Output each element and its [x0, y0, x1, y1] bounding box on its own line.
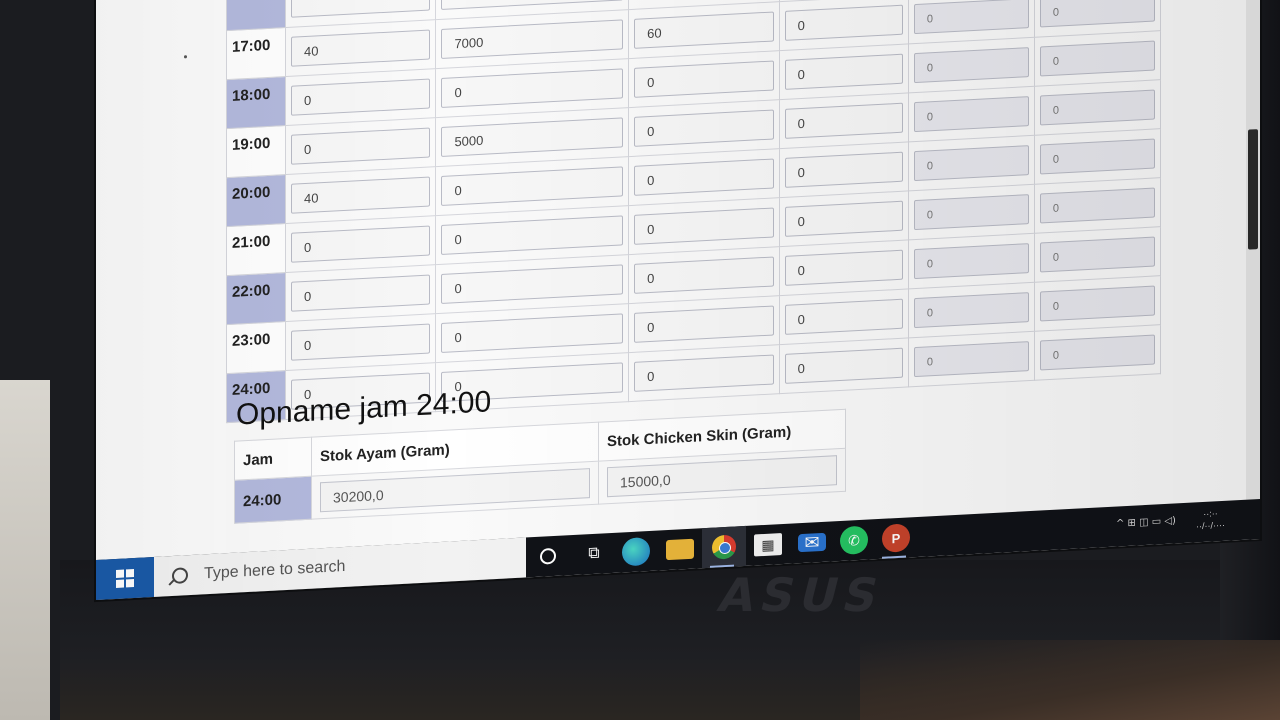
- quantity-input[interactable]: 0: [1039, 138, 1155, 175]
- page-margin: [96, 0, 226, 560]
- hour-label: 17:00: [226, 27, 286, 80]
- quantity-input[interactable]: 0: [784, 200, 903, 237]
- hour-label: 22:00: [226, 272, 286, 325]
- hourly-input-table: 0000017:004070006000018:0000000019:00050…: [226, 0, 1161, 423]
- quantity-input[interactable]: 0: [784, 151, 903, 188]
- search-icon: [172, 567, 188, 585]
- quantity-input[interactable]: 0: [634, 207, 774, 245]
- mail-icon[interactable]: ✉: [798, 532, 826, 552]
- quantity-input[interactable]: [291, 0, 431, 18]
- quantity-input[interactable]: 0: [291, 78, 431, 116]
- stok-ayam-input[interactable]: 30200,0: [320, 468, 590, 513]
- running-indicator: [882, 555, 906, 559]
- quantity-input[interactable]: 0: [441, 166, 624, 206]
- hour-label: 20:00: [226, 174, 286, 227]
- quantity-input[interactable]: 0: [913, 96, 1029, 133]
- quantity-input[interactable]: 0: [784, 4, 903, 41]
- quantity-input[interactable]: 0: [913, 194, 1029, 231]
- store-icon[interactable]: ▦: [754, 533, 782, 557]
- laptop-base: [860, 640, 1280, 720]
- hour-label: 18:00: [226, 76, 286, 129]
- quantity-input[interactable]: 0: [784, 347, 903, 384]
- quantity-input[interactable]: 5000: [441, 117, 624, 157]
- hour-label: [226, 0, 286, 31]
- quantity-input[interactable]: 0: [634, 305, 774, 343]
- quantity-input[interactable]: 0: [634, 60, 774, 98]
- cortana-icon[interactable]: [534, 542, 562, 571]
- quantity-input[interactable]: 7000: [441, 19, 624, 59]
- task-view-icon[interactable]: ⧉: [580, 539, 608, 568]
- quantity-input[interactable]: 0: [784, 53, 903, 90]
- quantity-input[interactable]: 0: [634, 109, 774, 147]
- quantity-input[interactable]: 60: [634, 11, 774, 49]
- quantity-input[interactable]: 0: [441, 313, 624, 353]
- quantity-input[interactable]: 0: [1039, 0, 1155, 28]
- windows-logo-icon: [116, 569, 134, 588]
- quantity-input[interactable]: 0: [291, 127, 431, 165]
- quantity-input[interactable]: 0: [784, 249, 903, 286]
- web-page: 0000017:004070006000018:0000000019:00050…: [96, 0, 1260, 561]
- quantity-input[interactable]: 0: [1039, 187, 1155, 224]
- file-explorer-icon[interactable]: [666, 538, 694, 561]
- quantity-input[interactable]: 0: [913, 243, 1029, 280]
- quantity-input[interactable]: 0: [441, 264, 624, 304]
- quantity-input[interactable]: 0: [913, 292, 1029, 329]
- hour-label: 19:00: [226, 125, 286, 178]
- quantity-input[interactable]: 0: [1039, 334, 1155, 371]
- quantity-input[interactable]: 0: [441, 0, 624, 10]
- edge-icon[interactable]: [622, 536, 650, 567]
- quantity-input[interactable]: 0: [634, 158, 774, 196]
- quantity-input[interactable]: 0: [634, 256, 774, 294]
- quantity-input[interactable]: 0: [291, 225, 431, 263]
- hour-label: 23:00: [226, 321, 286, 374]
- quantity-input[interactable]: 0: [1039, 40, 1155, 77]
- quantity-input[interactable]: 0: [913, 0, 1029, 35]
- page-scrollbar[interactable]: [1246, 0, 1260, 500]
- start-button[interactable]: [96, 556, 154, 600]
- quantity-input[interactable]: 40: [291, 176, 431, 214]
- screen: 0000017:004070006000018:0000000019:00050…: [96, 0, 1260, 601]
- quantity-input[interactable]: 0: [913, 47, 1029, 84]
- search-placeholder: Type here to search: [204, 557, 346, 583]
- quantity-input[interactable]: 0: [1039, 236, 1155, 273]
- stok-chicken-skin-input[interactable]: 15000,0: [607, 455, 837, 498]
- quantity-input[interactable]: 0: [634, 354, 774, 392]
- quantity-input[interactable]: 0: [1039, 285, 1155, 322]
- quantity-input[interactable]: 0: [784, 298, 903, 335]
- powerpoint-icon[interactable]: P: [882, 523, 910, 553]
- whatsapp-icon[interactable]: ✆: [840, 525, 868, 556]
- quantity-input[interactable]: 40: [291, 29, 431, 67]
- scrollbar-thumb[interactable]: [1248, 129, 1258, 250]
- hour-label: 21:00: [226, 223, 286, 276]
- laptop-brand-logo: ASUS: [713, 568, 890, 622]
- chrome-icon[interactable]: [710, 532, 738, 561]
- opname-jam-cell: 24:00: [234, 476, 312, 524]
- taskbar-clock[interactable]: ··:·· ··/··/····: [1196, 507, 1225, 533]
- quantity-input[interactable]: 0: [784, 102, 903, 139]
- quantity-input[interactable]: 0: [1039, 89, 1155, 126]
- quantity-input[interactable]: 0: [291, 323, 431, 361]
- quantity-input[interactable]: 0: [291, 274, 431, 312]
- quantity-input[interactable]: 0: [913, 341, 1029, 378]
- quantity-input[interactable]: 0: [441, 215, 624, 255]
- background-wall: [0, 380, 50, 720]
- quantity-input[interactable]: 0: [913, 145, 1029, 182]
- system-tray[interactable]: ^ ⊞ ◫ ▭ ◁): [1116, 515, 1176, 529]
- col-header-jam: Jam: [234, 437, 312, 481]
- quantity-input[interactable]: 0: [441, 68, 624, 108]
